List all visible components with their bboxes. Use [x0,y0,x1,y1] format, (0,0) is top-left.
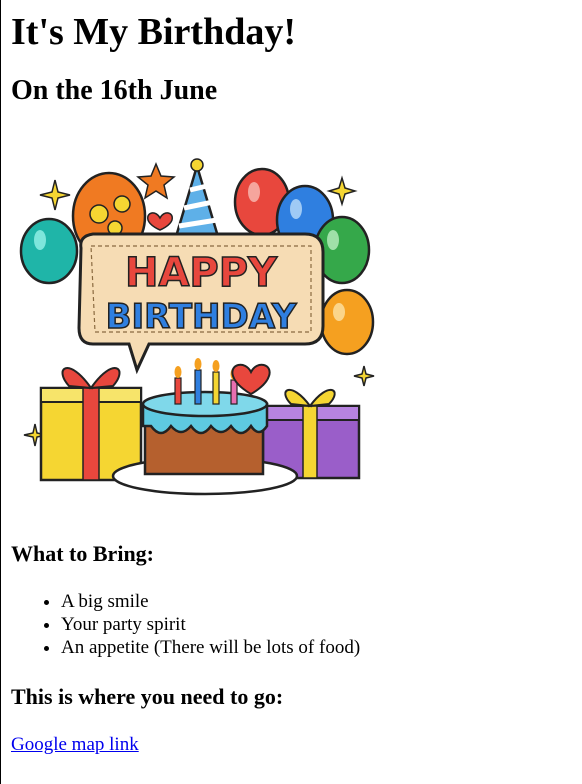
page-content: It's My Birthday! On the 16th June What … [11,0,571,755]
banner-line-1: HAPPY [125,250,278,296]
gift-box-left-icon [39,367,143,482]
list-item: Your party spirit [61,613,360,636]
sparkle-icon [326,175,358,207]
banner-line-2: BIRTHDAY [106,297,297,337]
what-to-bring-heading: What to Bring: [11,541,154,566]
birthday-illustration: HAPPY BIRTHDAY [19,156,377,508]
list-item: An appetite (There will be lots of food) [61,636,360,659]
happy-birthday-banner: HAPPY BIRTHDAY [77,232,325,375]
party-hat-icon [173,158,221,242]
heart-icon [147,212,173,231]
list-item: A big smile [61,590,360,613]
location-heading: This is where you need to go: [11,684,284,709]
bring-list: A big smile Your party spirit An appetit… [11,590,360,659]
google-map-link[interactable]: Google map link [11,733,139,756]
page-title: It's My Birthday! [11,11,296,53]
heart-icon [231,363,271,396]
page-left-border [0,0,1,784]
balloon-orange-small-icon [319,288,375,356]
sparkle-icon [39,179,71,211]
sparkle-icon [353,365,375,387]
star-icon [136,162,176,200]
date-heading: On the 16th June [11,75,218,106]
balloon-teal-icon [19,217,79,285]
birthday-illustration-svg: HAPPY BIRTHDAY [19,158,375,496]
